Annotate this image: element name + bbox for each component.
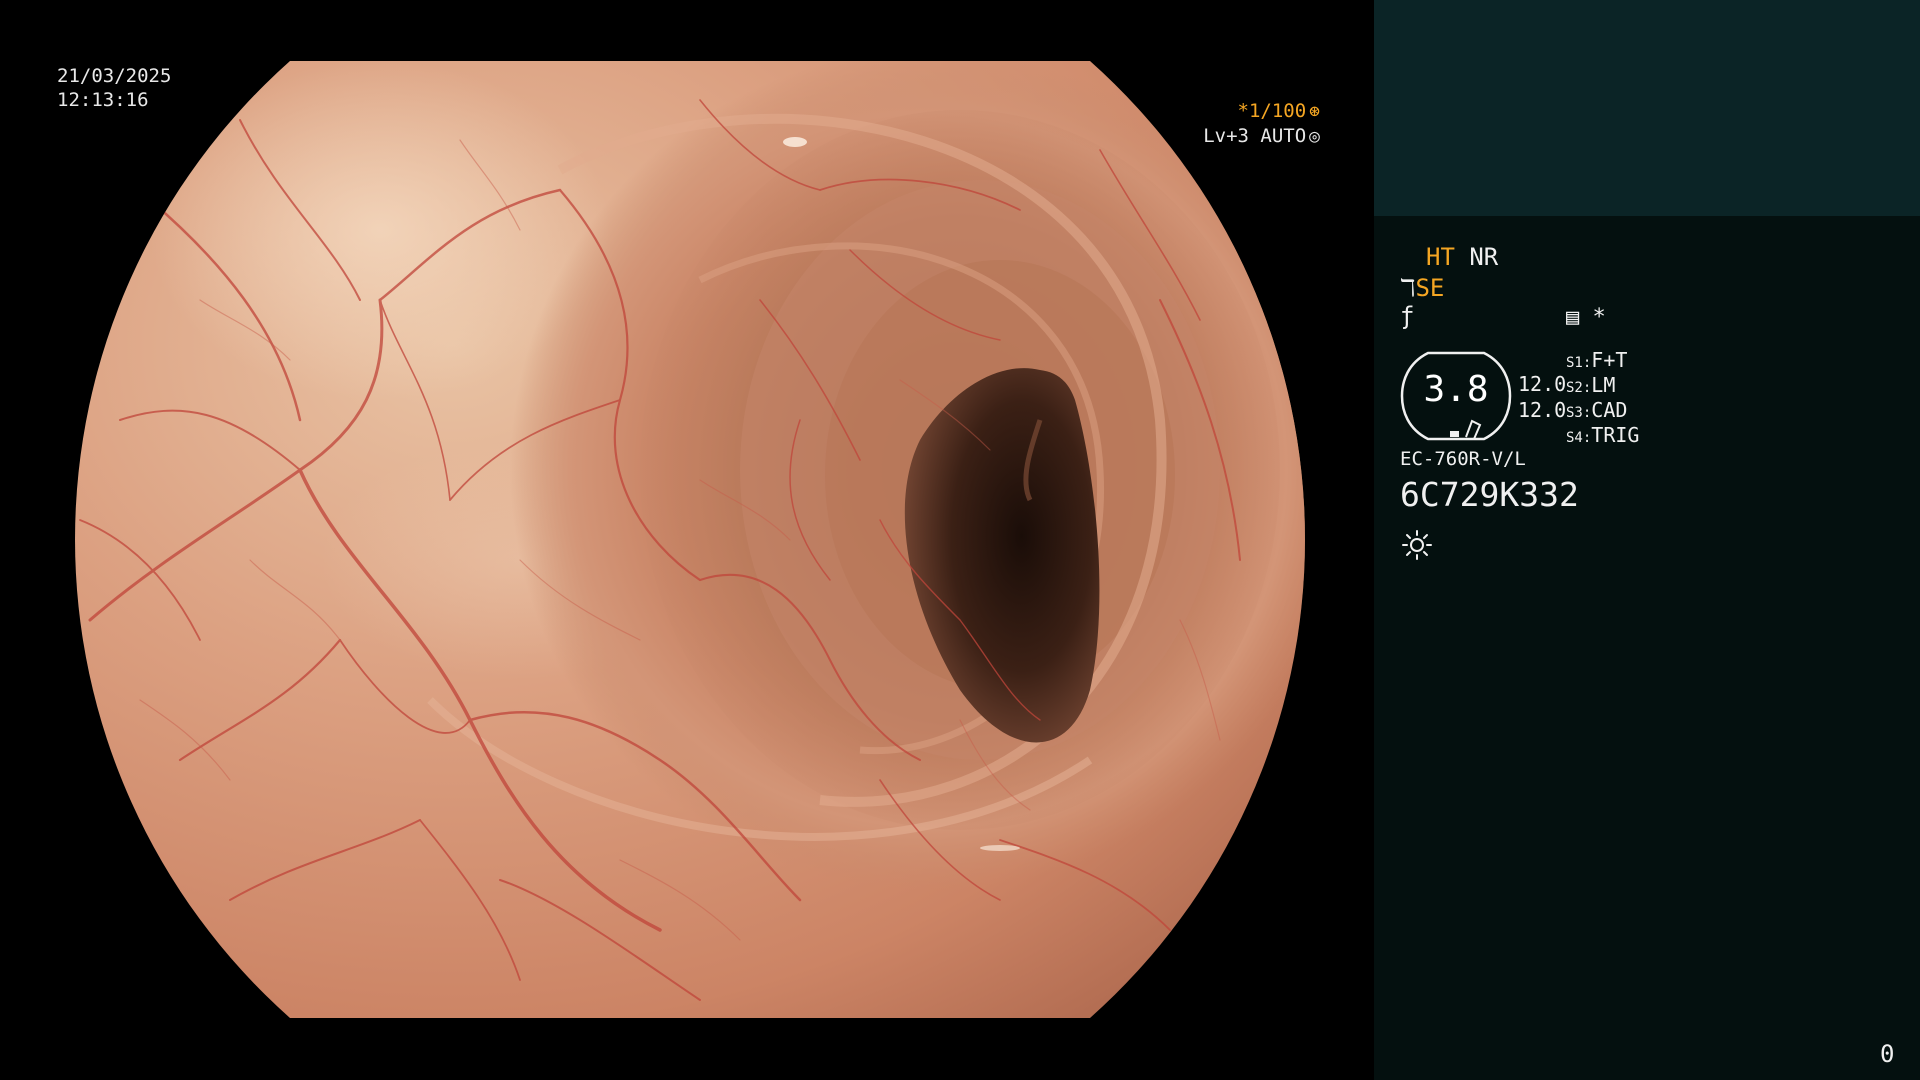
ht-indicator: HT bbox=[1426, 243, 1455, 271]
scale-value-1: 12.0 bbox=[1518, 372, 1567, 396]
se-indicator: SE bbox=[1415, 274, 1445, 302]
switch-item-1: S1:F+T bbox=[1566, 348, 1628, 372]
se-line: ℸSE bbox=[1400, 274, 1444, 302]
panel-header bbox=[1374, 0, 1920, 216]
iris-icon: ◎ bbox=[1309, 126, 1320, 147]
sun-icon bbox=[1402, 530, 1432, 560]
switch-item-3: S3:CAD bbox=[1566, 398, 1628, 422]
scope-model: EC-760R-V/L bbox=[1400, 448, 1526, 470]
memo-line: ▤ * bbox=[1566, 305, 1606, 330]
scope-tip-icon: ℸ bbox=[1400, 274, 1416, 302]
light-level: Lv+3 AUTO bbox=[1203, 125, 1307, 147]
memo-icon: ▤ bbox=[1566, 305, 1580, 330]
nr-indicator: NR bbox=[1469, 243, 1499, 271]
colon-image bbox=[75, 61, 1305, 1018]
exposure-info: *1/100 ⊛ Lv+3 AUTO ◎ bbox=[1203, 99, 1320, 149]
endoscopy-screen: 21/03/2025 12:13:16 *1/100 ⊛ Lv+3 AUTO ◎ H… bbox=[0, 0, 1920, 1080]
memo-mark: * bbox=[1592, 305, 1606, 330]
f-curve-icon: ƒ bbox=[1400, 302, 1415, 330]
datetime-display: 21/03/2025 12:13:16 bbox=[57, 64, 171, 112]
mode-line: HT NR bbox=[1426, 243, 1498, 271]
switch-assignments: S1:F+T S2:LM S3:CAD S4:TRIG bbox=[1566, 348, 1639, 448]
time-text: 12:13:16 bbox=[57, 89, 149, 111]
zoom-gauge: 3.8 bbox=[1400, 351, 1512, 441]
shutter-speed: *1/100 bbox=[1237, 100, 1307, 122]
aperture-icon: ⊛ bbox=[1309, 101, 1320, 122]
date-text: 21/03/2025 bbox=[57, 65, 172, 87]
gauge-value: 3.8 bbox=[1423, 369, 1489, 410]
scope-serial: 6C729K332 bbox=[1400, 475, 1579, 514]
endoscopic-view: 21/03/2025 12:13:16 *1/100 ⊛ Lv+3 AUTO ◎ bbox=[0, 0, 1374, 1080]
switch-item-2: S2:LM bbox=[1566, 373, 1616, 397]
info-panel: HT NR ℸSE ƒ ▤ * 3.8 12.0 12.0 S1:F+T S2:… bbox=[1374, 0, 1920, 1080]
frame-counter: 0 bbox=[1880, 1040, 1895, 1068]
switch-item-4: S4:TRIG bbox=[1566, 423, 1640, 447]
scale-value-2: 12.0 bbox=[1518, 398, 1567, 422]
